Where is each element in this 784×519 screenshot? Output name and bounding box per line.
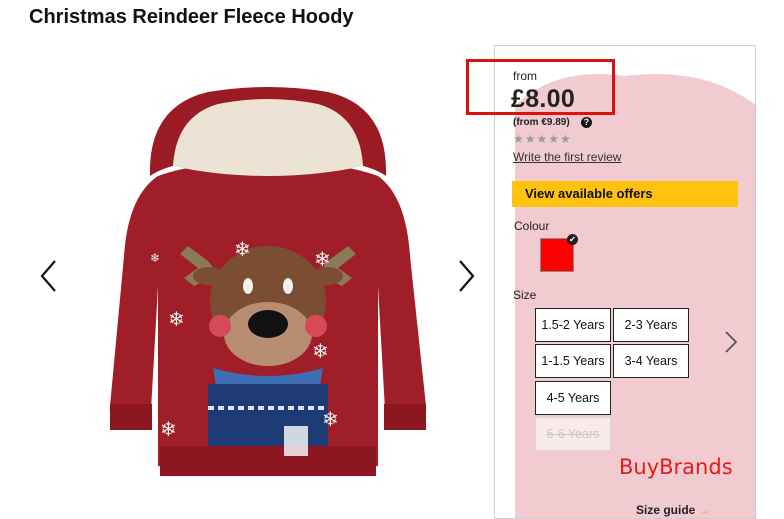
prev-image-button[interactable] bbox=[39, 259, 59, 293]
product-options-panel: from £8.00 (from €9.89) ? ★★★★★ Write th… bbox=[494, 45, 756, 519]
write-review-link[interactable]: Write the first review bbox=[513, 150, 621, 164]
size-option-3-4-years[interactable]: 3-4 Years bbox=[613, 344, 689, 378]
svg-text:❄: ❄ bbox=[314, 247, 331, 271]
size-option-2-3-years[interactable]: 2-3 Years bbox=[613, 308, 689, 342]
size-guide-link[interactable]: Size guide → bbox=[636, 503, 710, 517]
svg-text:❄: ❄ bbox=[160, 417, 177, 441]
colour-label: Colour bbox=[514, 219, 550, 233]
view-offers-button[interactable]: View available offers bbox=[512, 181, 738, 207]
size-next-button[interactable] bbox=[724, 330, 738, 354]
chevron-right-icon bbox=[725, 331, 738, 353]
chevron-right-icon bbox=[459, 260, 475, 292]
price-highlight-box bbox=[466, 59, 615, 115]
chevron-left-icon bbox=[40, 260, 56, 292]
next-image-button[interactable] bbox=[456, 259, 476, 293]
watermark-text: BuyBrands bbox=[619, 455, 733, 479]
svg-text:❄: ❄ bbox=[322, 407, 339, 431]
rating-stars: ★★★★★ bbox=[513, 132, 572, 146]
svg-text:❄: ❄ bbox=[150, 251, 160, 265]
size-option-1-5-2-years[interactable]: 1.5-2 Years bbox=[535, 308, 611, 342]
size-label: Size bbox=[513, 288, 537, 302]
page-title: Christmas Reindeer Fleece Hoody bbox=[29, 6, 354, 28]
size-option-4-5-years[interactable]: 4-5 Years bbox=[535, 381, 611, 415]
size-guide-label: Size guide bbox=[636, 503, 696, 517]
svg-text:❄: ❄ bbox=[312, 339, 329, 363]
svg-text:❄: ❄ bbox=[234, 237, 251, 261]
product-image: ❄ ❄ ❄ ❄ ❄ ❄ ❄ bbox=[88, 86, 448, 506]
selected-check-icon: ✔ bbox=[567, 234, 578, 245]
size-option-5-6-years: 5-6 Years bbox=[535, 417, 611, 451]
help-icon[interactable]: ? bbox=[581, 117, 592, 128]
arrow-right-icon: → bbox=[698, 503, 711, 517]
price-alt-currency: (from €9.89) bbox=[513, 117, 570, 128]
size-option-1-1-5-years[interactable]: 1-1.5 Years bbox=[535, 344, 611, 378]
svg-text:❄: ❄ bbox=[168, 307, 185, 331]
